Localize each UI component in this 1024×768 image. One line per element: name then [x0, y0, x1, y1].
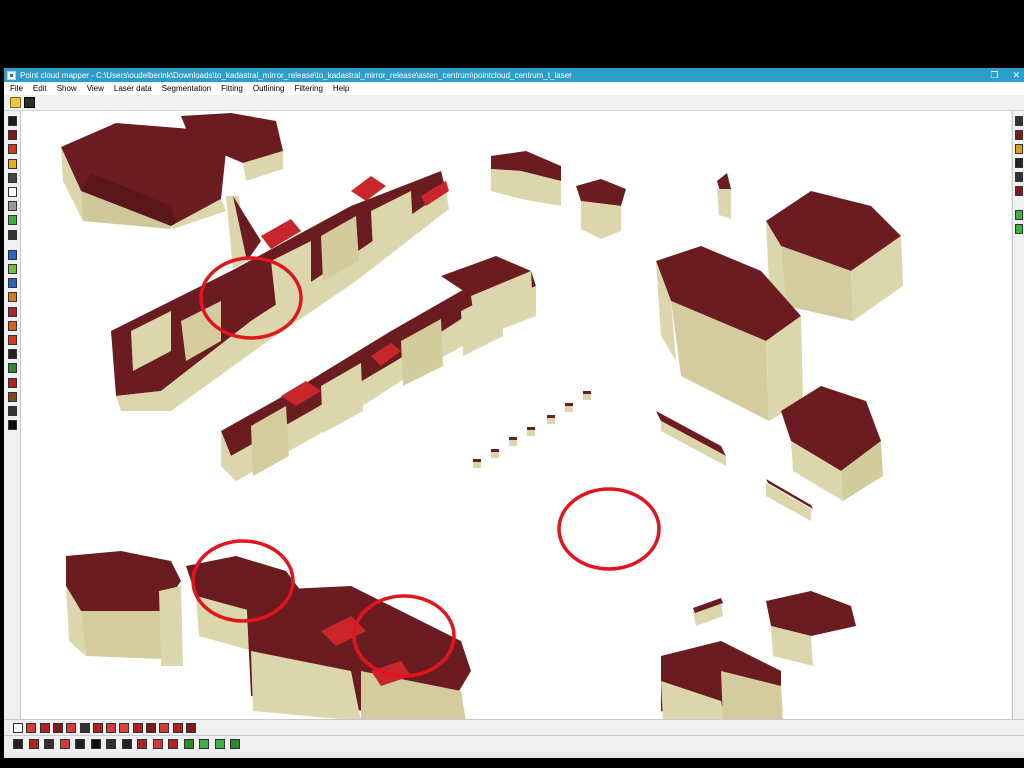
grid-icon-k[interactable]: [185, 723, 196, 733]
grid-icon-a[interactable]: [39, 723, 50, 733]
menu-edit[interactable]: Edit: [28, 84, 52, 93]
select-icon[interactable]: [8, 116, 17, 126]
stripe-icon[interactable]: [26, 723, 37, 733]
letterbox-bottom: [0, 758, 1024, 768]
shield-icon[interactable]: [8, 363, 17, 374]
grid-icon-j[interactable]: [172, 723, 183, 733]
gray-fill-icon[interactable]: [8, 201, 17, 212]
gear-red-icon[interactable]: [8, 306, 17, 317]
flag-icon[interactable]: [59, 739, 70, 749]
green-check-icon[interactable]: [199, 739, 209, 749]
app-window: Point cloud mapper - C:\Users\oudelberin…: [4, 68, 1024, 758]
arrow-left-icon[interactable]: [1015, 210, 1023, 220]
grid-icon-i[interactable]: [159, 723, 170, 733]
layer-icon-4[interactable]: [1015, 158, 1023, 168]
3d-viewport[interactable]: [21, 111, 1011, 719]
flame-icon[interactable]: [8, 320, 17, 331]
layer-icon-6[interactable]: [1015, 186, 1023, 196]
pencil-icon[interactable]: [8, 264, 17, 274]
menu-laser-data[interactable]: Laser data: [109, 84, 157, 93]
frame-icon[interactable]: [106, 739, 116, 749]
window-title: Point cloud mapper - C:\Users\oudelberin…: [20, 70, 572, 80]
brick-icon[interactable]: [8, 391, 17, 402]
grid-icon-e[interactable]: [92, 723, 103, 733]
circle-icon[interactable]: [119, 723, 130, 733]
layer-icon-2[interactable]: [1015, 130, 1023, 140]
app-icon: [7, 70, 16, 80]
arrows-icon[interactable]: [75, 739, 85, 749]
bottom-toolbar-1: [4, 719, 1024, 735]
z-icon[interactable]: [44, 739, 54, 749]
slash-icon[interactable]: [90, 739, 101, 749]
shape-icon[interactable]: [8, 420, 17, 431]
plane-icon[interactable]: [8, 335, 17, 345]
checker-icon[interactable]: [8, 172, 17, 183]
page-icon[interactable]: [121, 739, 132, 749]
menu-outlining[interactable]: Outlining: [248, 84, 290, 93]
letterbox-top: [0, 0, 1024, 68]
city-model-view: [61, 113, 903, 719]
close-window-icon[interactable]: ✕: [1012, 70, 1020, 81]
left-toolbar: [4, 111, 21, 719]
rotate-icon[interactable]: [8, 249, 17, 260]
building-cluster-northeast: [656, 191, 903, 521]
menu-view[interactable]: View: [82, 84, 109, 93]
yellow-fill-icon[interactable]: [8, 158, 17, 169]
grid-icon-c[interactable]: [66, 723, 77, 733]
right-toolbar: [1012, 111, 1024, 719]
walk-icon[interactable]: [8, 349, 17, 360]
target-icon[interactable]: [8, 278, 17, 289]
main-toolbar: [4, 95, 1024, 111]
green-fill-icon[interactable]: [8, 215, 17, 226]
dark-red-fill-icon[interactable]: [8, 130, 17, 141]
leaf-icon[interactable]: [183, 739, 194, 749]
red-box-icon[interactable]: [137, 739, 147, 749]
green-dot-icon[interactable]: [1015, 224, 1023, 234]
green-heart-icon[interactable]: [214, 739, 225, 749]
layer-icon-1[interactable]: [1015, 116, 1023, 126]
menu-bar: File Edit Show View Laser data Segmentat…: [4, 82, 1024, 95]
white-fill-icon[interactable]: [8, 187, 17, 197]
grid-icon-g[interactable]: [132, 723, 143, 733]
menu-file[interactable]: File: [4, 84, 28, 93]
menu-show[interactable]: Show: [52, 84, 82, 93]
building-cluster-northwest: [61, 113, 283, 229]
grid-icon-f[interactable]: [106, 723, 117, 733]
grid-icon-b[interactable]: [52, 723, 63, 733]
dark-pattern-icon[interactable]: [8, 229, 17, 240]
menu-filtering[interactable]: Filtering: [289, 84, 327, 93]
open-folder-icon[interactable]: [10, 97, 21, 108]
diamond-icon[interactable]: [152, 739, 163, 749]
layer-icon-5[interactable]: [1015, 172, 1023, 182]
window-controls: ❐ ✕: [990, 68, 1020, 82]
menu-help[interactable]: Help: [328, 84, 354, 93]
menu-segmentation[interactable]: Segmentation: [157, 84, 216, 93]
layer-icon-3[interactable]: [1015, 144, 1023, 154]
door-icon[interactable]: [8, 406, 17, 416]
grid-icon-d[interactable]: [79, 723, 90, 733]
triangle-icon[interactable]: [168, 739, 178, 749]
title-bar: Point cloud mapper - C:\Users\oudelberin…: [4, 68, 1024, 82]
green-square-icon[interactable]: [230, 739, 240, 749]
building-small-north: [491, 151, 731, 239]
grid-icon-h[interactable]: [146, 723, 156, 733]
building-block-southwest: [66, 551, 471, 719]
red-yellow-icon[interactable]: [8, 144, 17, 155]
building-block-southeast: [661, 591, 856, 719]
building-kiosk-row: [473, 391, 591, 468]
grid-red-icon[interactable]: [8, 377, 17, 388]
menu-fitting[interactable]: Fitting: [216, 84, 248, 93]
bottom-toolbar-2: [4, 735, 1024, 752]
save-disk-icon[interactable]: [24, 97, 35, 108]
star-icon[interactable]: [13, 739, 23, 749]
fire-icon[interactable]: [8, 292, 17, 303]
highlight-ellipse-2: [557, 487, 661, 571]
white-box-icon[interactable]: [13, 723, 23, 733]
x-icon[interactable]: [28, 739, 39, 749]
restore-window-icon[interactable]: ❐: [990, 70, 998, 81]
